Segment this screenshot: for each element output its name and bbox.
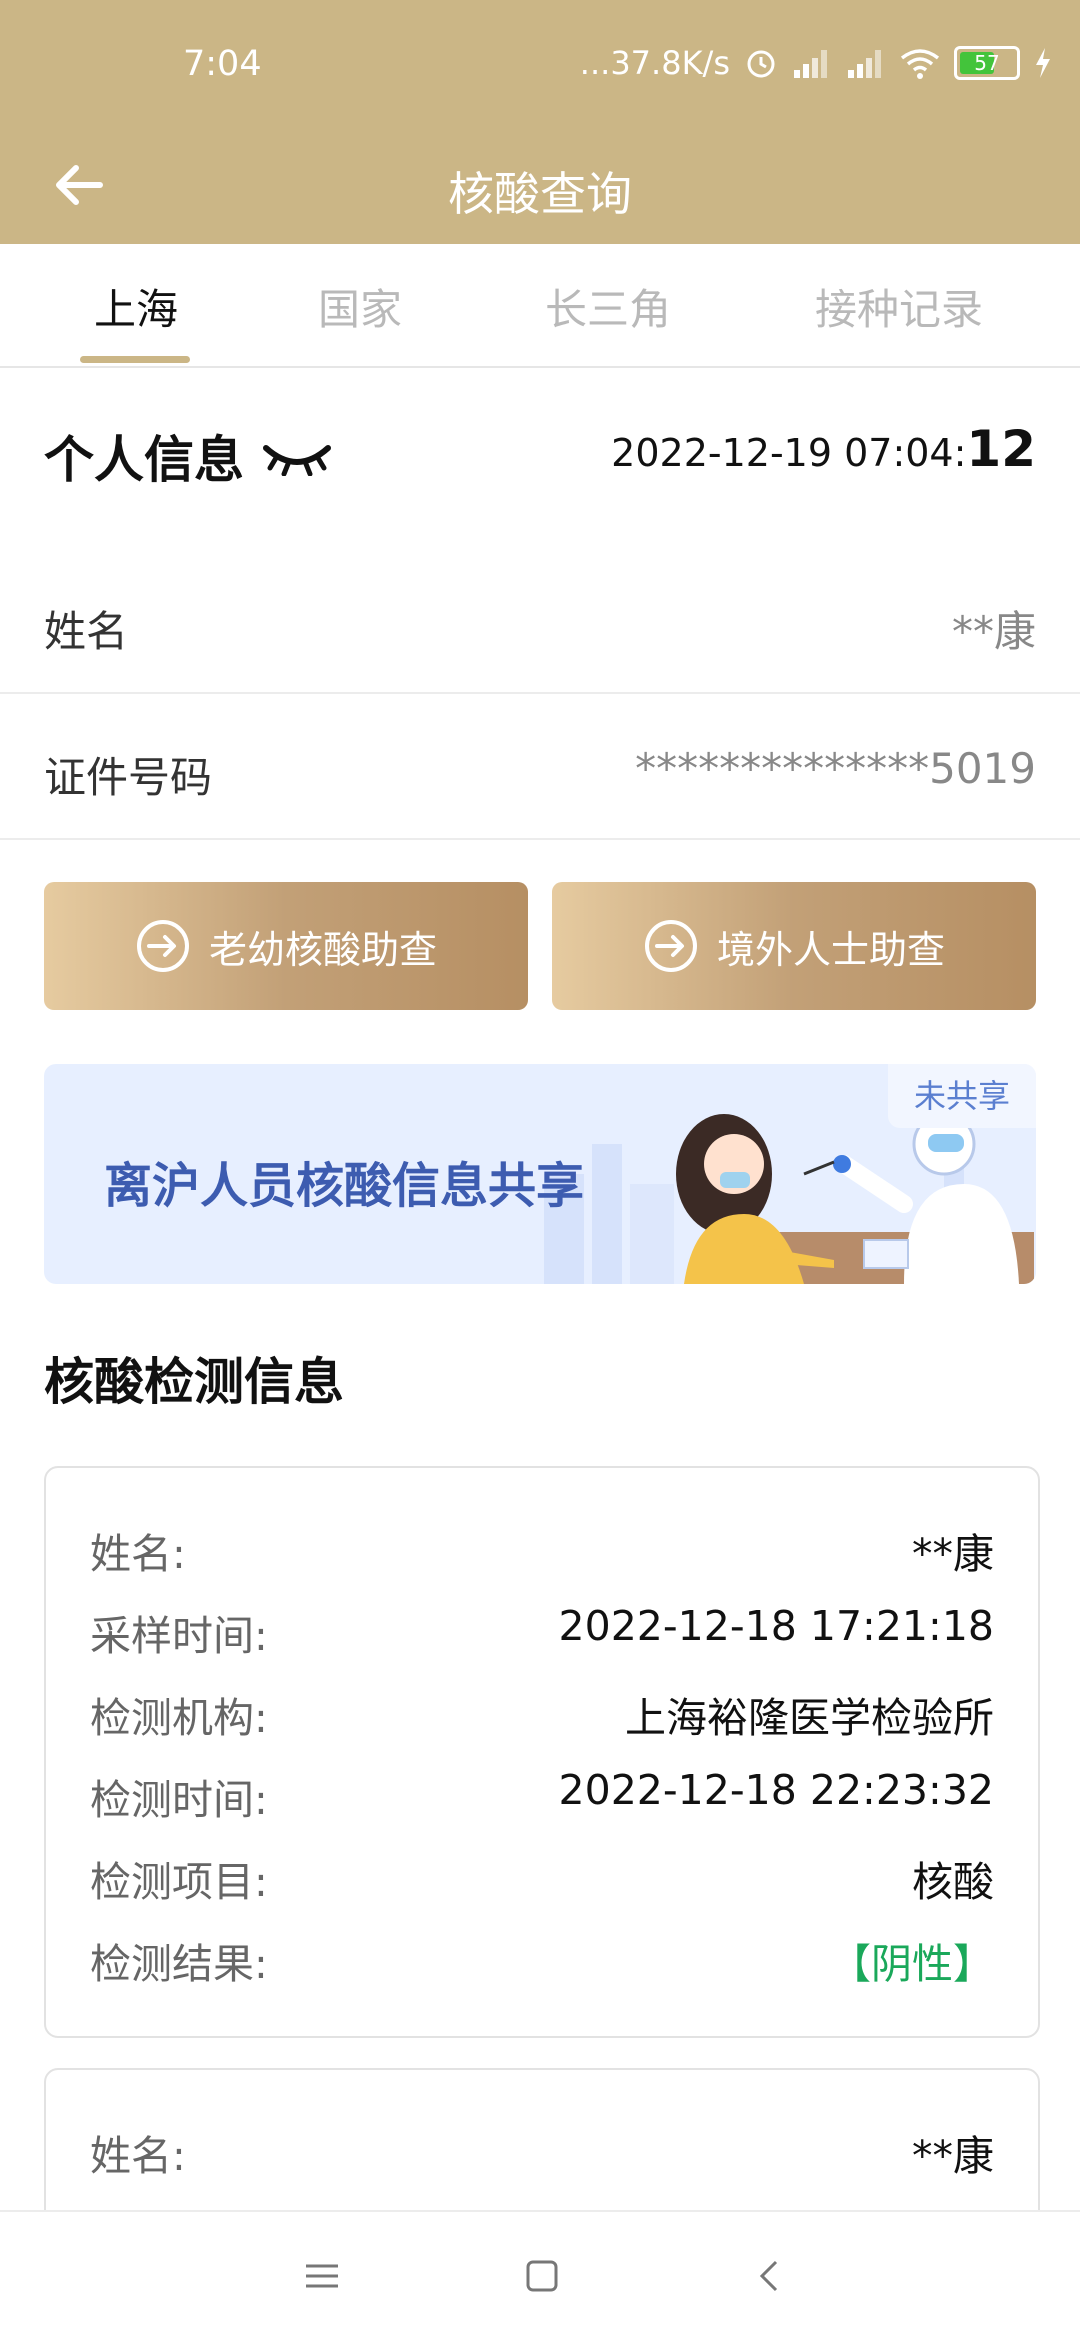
eye-closed-icon[interactable] bbox=[262, 436, 332, 476]
record-value: **康 bbox=[912, 1530, 994, 1578]
arrow-circle-right-icon bbox=[136, 920, 189, 972]
tab-vaccination-record[interactable]: 接种记录 bbox=[815, 276, 983, 337]
network-speed: ...37.8K/s bbox=[579, 44, 730, 82]
overseas-assist-label: 境外人士助查 bbox=[716, 927, 945, 972]
back-icon[interactable] bbox=[748, 2254, 792, 2298]
record-value: **康 bbox=[912, 2132, 994, 2180]
share-status-tag: 未共享 bbox=[888, 1064, 1036, 1128]
test-info-title: 核酸检测信息 bbox=[44, 1353, 344, 1411]
record-row: 姓名: **康 bbox=[90, 1520, 994, 1580]
active-tab-indicator bbox=[80, 356, 190, 363]
wifi-icon bbox=[900, 49, 940, 79]
record-value: 上海裕隆医学检验所 bbox=[625, 1694, 994, 1742]
battery-icon: 57 bbox=[954, 46, 1020, 80]
tab-bar: 上海 国家 长三角 接种记录 bbox=[0, 244, 1080, 368]
status-bar: 7:04 ...37.8K/s 57 bbox=[0, 0, 1080, 126]
tab-yangtze-delta[interactable]: 长三角 bbox=[545, 276, 671, 337]
arrow-circle-right-icon bbox=[644, 920, 697, 972]
status-time: 7:04 bbox=[183, 44, 262, 84]
name-row: 姓名 **康 bbox=[0, 548, 1080, 694]
record-value: 核酸 bbox=[912, 1858, 994, 1906]
page-title: 核酸查询 bbox=[448, 167, 632, 221]
tab-shanghai[interactable]: 上海 bbox=[94, 276, 178, 337]
timestamp-seconds: 12 bbox=[966, 420, 1036, 478]
overseas-assist-button[interactable]: 境外人士助查 bbox=[552, 882, 1036, 1010]
record-value: 2022-12-18 17:21:18 bbox=[558, 1602, 994, 1650]
name-value: **康 bbox=[951, 607, 1036, 656]
signal-icon bbox=[848, 50, 881, 78]
id-label: 证件号码 bbox=[44, 753, 213, 802]
section-title: 个人信息 bbox=[44, 431, 244, 489]
id-value: **************5019 bbox=[635, 744, 1036, 793]
record-row: 检测机构: 上海裕隆医学检验所 bbox=[90, 1684, 994, 1744]
signal-icon bbox=[794, 50, 827, 78]
elderly-assist-label: 老幼核酸助查 bbox=[208, 927, 437, 972]
record-label: 采样时间: bbox=[90, 1612, 268, 1660]
battery-level: 57 bbox=[974, 51, 1000, 75]
record-label: 检测项目: bbox=[90, 1858, 268, 1906]
record-value: 2022-12-18 22:23:32 bbox=[558, 1766, 994, 1814]
record-row: 采样时间: 2022-12-18 17:21:18 bbox=[90, 1602, 994, 1662]
record-label: 检测结果: bbox=[90, 1940, 268, 1988]
menu-icon[interactable] bbox=[300, 2254, 344, 2298]
record-label: 检测机构: bbox=[90, 1694, 268, 1742]
app-bar: 核酸查询 bbox=[0, 126, 1080, 244]
status-icons: ...37.8K/s 57 bbox=[580, 44, 1052, 82]
home-icon[interactable] bbox=[520, 2254, 564, 2298]
record-label: 姓名: bbox=[90, 2132, 186, 2180]
record-row: 检测项目: 核酸 bbox=[90, 1848, 994, 1908]
share-banner[interactable]: 离沪人员核酸信息共享 未共享 bbox=[44, 1064, 1036, 1284]
banner-text: 离沪人员核酸信息共享 bbox=[104, 1158, 585, 1214]
system-nav-bar bbox=[0, 2210, 1080, 2342]
personal-info-header: 个人信息 bbox=[44, 420, 332, 492]
record-row: 检测时间: 2022-12-18 22:23:32 bbox=[90, 1766, 994, 1826]
record-label: 检测时间: bbox=[90, 1776, 268, 1824]
alarm-icon bbox=[747, 50, 775, 78]
test-record-card: 姓名: **康 采样时间: 2022-12-18 17:21:18 检测机构: … bbox=[44, 1466, 1040, 2038]
name-label: 姓名 bbox=[44, 607, 129, 656]
charging-icon bbox=[1036, 48, 1050, 78]
test-result-negative: 【阴性】 bbox=[830, 1940, 994, 1988]
query-timestamp: 2022-12-19 07:04:12 bbox=[611, 420, 1036, 478]
id-row: 证件号码 **************5019 bbox=[0, 694, 1080, 840]
tab-national[interactable]: 国家 bbox=[318, 276, 402, 337]
record-label: 姓名: bbox=[90, 1530, 186, 1578]
timestamp-main: 2022-12-19 07:04: bbox=[611, 431, 967, 475]
record-row: 姓名: **康 bbox=[90, 2122, 994, 2182]
elderly-assist-button[interactable]: 老幼核酸助查 bbox=[44, 882, 528, 1010]
record-row: 检测结果: 【阴性】 bbox=[90, 1930, 994, 1990]
